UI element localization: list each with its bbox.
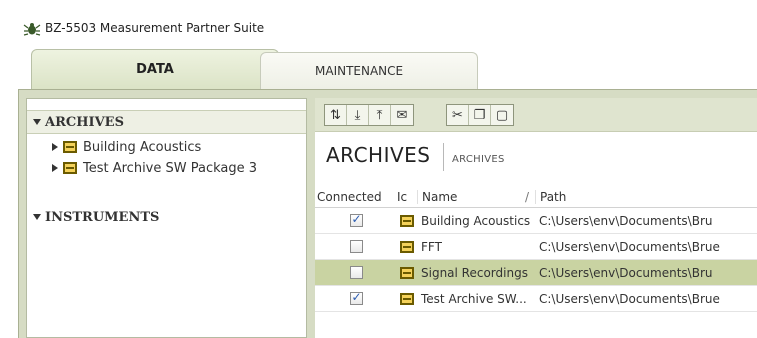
navigation-tree: ARCHIVES Building Acoustics Test Archive… [26, 98, 307, 338]
window-title: BZ-5503 Measurement Partner Suite [45, 21, 265, 35]
page-title: ARCHIVES [326, 143, 431, 167]
tab-data[interactable]: DATA [31, 49, 279, 89]
title-bar: BZ-5503 Measurement Partner Suite [0, 0, 757, 42]
sync-icon[interactable]: ⇅ [325, 105, 347, 125]
column-header-name-label: Name [422, 189, 458, 204]
connected-checkbox[interactable] [349, 266, 363, 279]
breadcrumb[interactable]: ARCHIVES [452, 154, 505, 165]
row-name: FFT [421, 239, 442, 254]
row-path: C:\Users\env\Documents\Brue [539, 239, 720, 254]
expand-triangle-icon[interactable] [52, 143, 58, 151]
connected-checkbox[interactable] [349, 212, 363, 227]
instruments-header-label: INSTRUMENTS [45, 209, 160, 225]
collapse-triangle-icon [33, 119, 41, 125]
collapse-triangle-icon [33, 214, 41, 220]
import-icon[interactable]: ⤓ [347, 105, 369, 125]
archive-icon [63, 162, 77, 174]
page-heading: ARCHIVES ARCHIVES [315, 132, 757, 184]
sort-indicator-icon: / [524, 189, 529, 204]
archive-icon [400, 214, 414, 227]
archives-section-header[interactable]: ARCHIVES [27, 110, 306, 134]
row-name: Test Archive SW... [421, 291, 527, 306]
connected-checkbox[interactable] [349, 290, 363, 305]
row-name: Building Acoustics [421, 213, 531, 228]
row-path: C:\Users\env\Documents\Bru [539, 213, 713, 228]
table-row[interactable]: Test Archive SW... C:\Users\env\Document… [315, 286, 757, 312]
table-row[interactable]: FFT C:\Users\env\Documents\Brue [315, 234, 757, 260]
table-row-selected[interactable]: Signal Recordings C:\Users\env\Documents… [315, 260, 757, 286]
nav-item-label: Building Acoustics [83, 139, 202, 155]
paste-icon[interactable]: ▢ [491, 105, 513, 125]
row-path: C:\Users\env\Documents\Brue [539, 291, 720, 306]
toolbar-group-clipboard: ✂ ❐ ▢ [446, 104, 514, 126]
toolbar: ⇅ ⤓ ⤒ ✉ ✂ ❐ ▢ [315, 98, 757, 132]
main-panel: ⇅ ⤓ ⤒ ✉ ✂ ❐ ▢ ARCHIVES ARCHIVES Connecte… [315, 98, 757, 338]
copy-icon[interactable]: ❐ [469, 105, 491, 125]
email-icon[interactable]: ✉ [391, 105, 413, 125]
expand-triangle-icon[interactable] [52, 164, 58, 172]
archives-table: Connected Ic Name / Path Building Acoust… [315, 186, 757, 312]
export-icon[interactable]: ⤒ [369, 105, 391, 125]
heading-divider [443, 143, 444, 171]
nav-item-label: Test Archive SW Package 3 [83, 160, 258, 176]
nav-item-building-acoustics[interactable]: Building Acoustics [52, 137, 201, 157]
instruments-section-header[interactable]: INSTRUMENTS [27, 205, 306, 229]
nav-item-test-archive[interactable]: Test Archive SW Package 3 [52, 158, 257, 178]
cut-icon[interactable]: ✂ [447, 105, 469, 125]
bug-app-icon [23, 23, 41, 36]
column-header-connected[interactable]: Connected [315, 190, 397, 204]
archive-icon [400, 266, 414, 279]
table-row[interactable]: Building Acoustics C:\Users\env\Document… [315, 208, 757, 234]
archives-header-label: ARCHIVES [45, 114, 124, 130]
archive-icon [400, 240, 414, 253]
connected-checkbox[interactable] [349, 240, 363, 253]
toolbar-group-transfer: ⇅ ⤓ ⤒ ✉ [324, 104, 414, 126]
archive-icon [63, 141, 77, 153]
row-path: C:\Users\env\Documents\Bru [539, 265, 713, 280]
column-header-path[interactable]: Path [535, 189, 757, 204]
column-header-name[interactable]: Name / [417, 189, 535, 204]
tab-maintenance[interactable]: MAINTENANCE [260, 52, 478, 89]
archive-icon [400, 292, 414, 305]
tab-strip: DATA MAINTENANCE [0, 42, 757, 89]
table-header: Connected Ic Name / Path [315, 186, 757, 208]
column-header-icon[interactable]: Ic [397, 190, 417, 204]
row-name: Signal Recordings [421, 265, 528, 280]
